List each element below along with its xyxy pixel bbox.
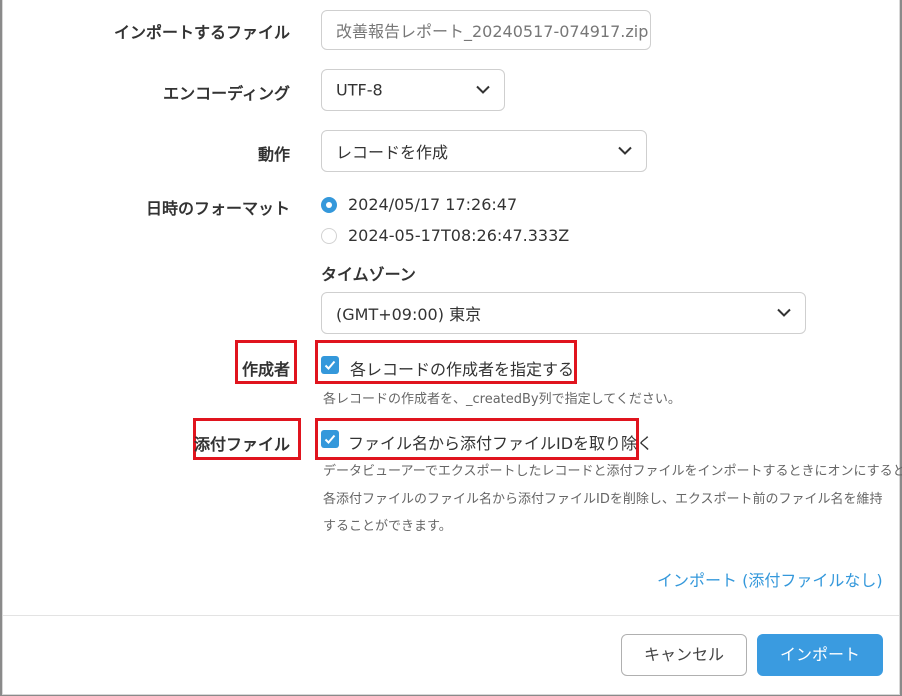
- attachments-label: 添付ファイル: [193, 435, 290, 454]
- attachments-help-line-2: 各添付ファイルのファイル名から添付ファイルIDを削除し、エクスポート前のファイル…: [323, 492, 883, 507]
- file-label: インポートするファイル: [113, 23, 290, 42]
- timezone-value: (GMT+09:00) 東京: [336, 305, 482, 324]
- datetime-option-2-label: 2024-05-17T08:26:47.333Z: [348, 226, 570, 245]
- check-icon: [324, 360, 336, 370]
- action-value: レコードを作成: [336, 143, 449, 162]
- encoding-value: UTF-8: [336, 80, 383, 100]
- import-button[interactable]: インポート: [757, 634, 883, 676]
- import-without-attachments-link[interactable]: インポート (添付ファイルなし): [657, 567, 883, 591]
- chevron-down-icon: [777, 308, 791, 317]
- chevron-down-icon: [476, 85, 490, 94]
- creator-checkbox-label: 各レコードの作成者を指定する: [350, 360, 575, 379]
- radio-datetime-option-1[interactable]: [321, 197, 337, 213]
- datetime-option-1-label: 2024/05/17 17:26:47: [348, 195, 518, 214]
- check-icon: [324, 434, 336, 444]
- cancel-button[interactable]: キャンセル: [621, 634, 747, 676]
- creator-label: 作成者: [241, 360, 290, 379]
- creator-help-text: 各レコードの作成者を、_createdBy列で指定してください。: [323, 392, 681, 407]
- attachments-help-line-3: することができます。: [323, 519, 452, 534]
- timezone-label: タイムゾーン: [321, 265, 416, 284]
- datetime-format-label: 日時のフォーマット: [145, 199, 290, 218]
- action-select[interactable]: レコードを作成: [321, 130, 647, 172]
- creator-checkbox[interactable]: [321, 356, 339, 374]
- timezone-select[interactable]: (GMT+09:00) 東京: [321, 292, 806, 334]
- file-input-value: 改善報告レポート_20240517-074917.zip: [336, 22, 649, 41]
- footer-divider: [3, 615, 899, 616]
- import-dialog: インポートするファイル 改善報告レポート_20240517-074917.zip…: [2, 0, 902, 695]
- attachments-help-line-1: データビューアーでエクスポートしたレコードと添付ファイルをインポートするときにオ…: [323, 464, 902, 479]
- encoding-select[interactable]: UTF-8: [321, 69, 505, 111]
- action-label: 動作: [257, 145, 290, 164]
- chevron-down-icon: [618, 146, 632, 155]
- attachments-checkbox-label: ファイル名から添付ファイルIDを取り除く: [348, 434, 654, 453]
- radio-datetime-option-2[interactable]: [321, 228, 337, 244]
- file-input[interactable]: 改善報告レポート_20240517-074917.zip: [321, 10, 651, 50]
- encoding-label: エンコーディング: [163, 84, 290, 103]
- attachments-checkbox[interactable]: [321, 430, 339, 448]
